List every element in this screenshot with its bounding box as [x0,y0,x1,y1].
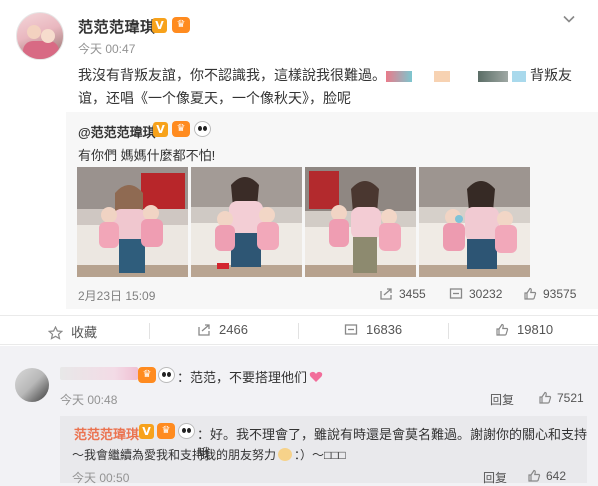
weibo-post-card: 范范范瑋琪 V ♛ 今天 00:47 我沒有背叛友誼，你不認識我，這樣說我很難過… [0,0,598,486]
thumbs-up-icon [496,323,509,336]
share-count: 2466 [219,322,248,337]
repost-share-count: 3455 [399,287,426,301]
commenter-avatar[interactable] [15,368,49,402]
user-avatar[interactable] [16,12,64,60]
favorite-button[interactable]: 收藏 [47,322,98,341]
share-icon [198,324,210,336]
comment-like-count: 7521 [557,391,584,405]
photo-thumbnail[interactable] [419,167,530,277]
comment-reply-button[interactable]: 回复 [490,391,514,408]
star-icon [47,325,64,340]
post-text-line2: 谊，还唱《一个像夏天，一个像秋天》，脸呢 [78,90,351,106]
repost-like-stat[interactable]: 93575 [523,287,576,301]
censored-block [386,70,412,82]
heart-icon [309,371,323,382]
strong-arm-emoji-icon [278,448,293,461]
divider [298,323,299,339]
share-button[interactable]: 2466 [197,322,248,337]
like-count: 19810 [517,322,554,337]
commenter-name-blurred[interactable] [60,367,138,380]
comment-text: ：范范，不要搭理他们 [177,367,323,386]
panda-emoji-icon [158,367,175,383]
action-bar: 收藏 2466 16836 19810 [0,315,598,345]
reply-like-count: 642 [546,469,567,483]
photo-thumbnail[interactable] [191,167,302,277]
reposted-weibo[interactable]: @范范范瑋琪 V ♛ 有你們 媽媽什麼都不怕! 2月23日 15:09 3455… [66,112,598,309]
censored-block [434,70,450,82]
crown-icon: ♛ [138,367,156,383]
divider [149,323,150,339]
crown-icon: ♛ [157,423,175,439]
thumbs-up-icon [539,391,552,404]
reply-like-button[interactable]: 642 [527,469,566,483]
share-icon [380,288,392,300]
comment-text-content: ：范范，不要搭理他们 [177,370,308,385]
censored-block [512,70,526,82]
favorite-label: 收藏 [71,325,98,340]
post-text-line1-tail: 背叛友 [530,67,572,83]
photo-thumbnail[interactable] [77,167,188,277]
thumbs-up-icon [528,469,541,482]
reply-text-line2-content: ～我會繼續為愛我和支持我的朋友努力 [72,448,277,462]
repost-username[interactable]: @范范范瑋琪 [78,122,156,141]
repost-comment-stat[interactable]: 30232 [449,287,502,301]
post-timestamp[interactable]: 今天 00:47 [78,40,135,57]
comment-icon [449,288,463,299]
reply-timestamp: 今天 00:50 [72,471,130,485]
repost-timestamp[interactable]: 2月23日 15:09 [78,287,155,304]
comment-like-button[interactable]: 7521 [538,391,584,405]
crown-icon: ♛ [172,17,190,33]
comment-timestamp: 今天 00:48 [60,393,118,407]
censored-block [478,70,508,82]
divider [448,323,449,339]
verified-icon: V [153,122,168,137]
photo-thumbnail[interactable] [305,167,416,277]
reply-username[interactable]: 范范范瑋琪 [74,427,139,442]
like-button[interactable]: 19810 [495,322,553,337]
verified-icon: V [152,18,167,33]
panda-emoji-icon [178,423,195,439]
comment-button[interactable]: 16836 [344,322,402,337]
repost-share-stat[interactable]: 3455 [379,287,426,301]
post-body: 我沒有背叛友誼，你不認識我，這樣說我很難過。 背叛友 谊，还唱《一个像夏天，一个像… [78,64,583,110]
reply-text-line2: ～我會繼續為愛我和支持我的朋友努力 ：）～□□□ [72,446,346,463]
reply-line1: 范范范瑋琪 [74,424,139,443]
comment-icon [344,324,358,335]
reply-text-line2-tail: ：）～□□□ [294,448,346,462]
panda-emoji-icon [194,121,211,137]
repost-like-count: 93575 [543,287,577,301]
repost-text: 有你們 媽媽什麼都不怕! [78,148,216,163]
verified-icon: V [139,424,154,439]
post-username[interactable]: 范范范瑋琪 [78,16,156,37]
repost-comment-count: 30232 [469,287,503,301]
crown-icon: ♛ [172,121,190,137]
photo-grid [77,167,587,277]
reply-reply-button[interactable]: 回复 [483,469,507,486]
thumbs-up-icon [524,287,537,300]
post-text-line1: 我沒有背叛友誼，你不認識我，這樣說我很難過。 [78,67,386,83]
comment-count: 16836 [366,322,403,337]
chevron-down-icon[interactable] [562,12,576,26]
